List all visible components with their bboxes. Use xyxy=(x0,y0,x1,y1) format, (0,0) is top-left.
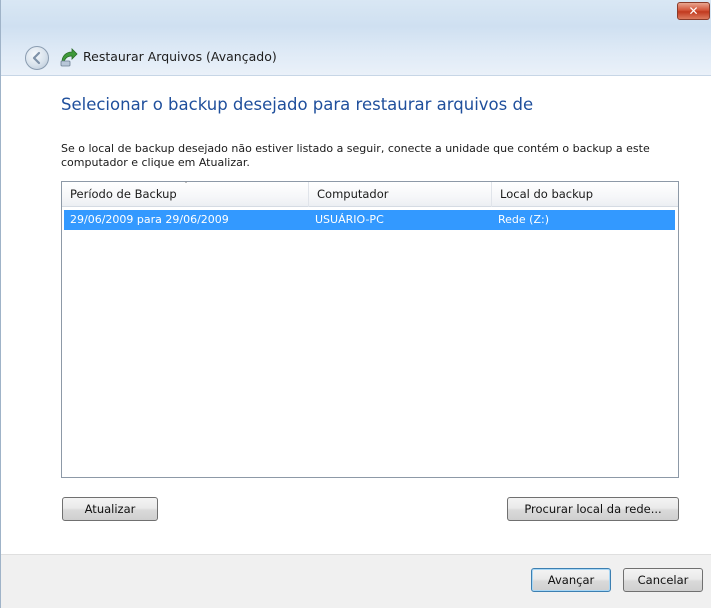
refresh-button[interactable]: Atualizar xyxy=(62,497,158,521)
column-header-local[interactable]: Local do backup xyxy=(492,182,678,207)
column-header-periodo[interactable]: Período de Backup ˇ xyxy=(62,181,309,207)
column-header-computador[interactable]: Computador xyxy=(309,182,492,207)
close-icon: ✕ xyxy=(688,4,699,18)
list-header: Período de Backup ˇ Computador Local do … xyxy=(62,181,678,207)
cancel-button[interactable]: Cancelar xyxy=(623,568,703,592)
window-title: Restaurar Arquivos (Avançado) xyxy=(83,49,277,64)
cell-computador: USUÁRIO-PC xyxy=(315,213,384,226)
restore-files-window: ✕ Restaurar Arquivos (Avançado) Selecion… xyxy=(0,0,711,608)
browse-network-button[interactable]: Procurar local da rede... xyxy=(507,497,679,521)
back-button[interactable] xyxy=(25,46,49,70)
cell-periodo: 29/06/2009 para 29/06/2009 xyxy=(70,213,229,226)
instructions-text: Se o local de backup desejado não estive… xyxy=(61,142,650,169)
footer-bar: Avançar Cancelar xyxy=(1,554,711,608)
table-row[interactable]: 29/06/2009 para 29/06/2009 USUÁRIO-PC Re… xyxy=(64,210,675,230)
cell-local: Rede (Z:) xyxy=(498,213,549,226)
back-arrow-icon xyxy=(32,51,41,65)
backup-list[interactable]: Período de Backup ˇ Computador Local do … xyxy=(61,181,679,478)
next-button[interactable]: Avançar xyxy=(531,568,611,592)
title-bar: ✕ Restaurar Arquivos (Avançado) xyxy=(1,0,711,76)
backup-restore-icon xyxy=(60,48,78,67)
sort-indicator-icon: ˇ xyxy=(184,181,188,190)
close-button[interactable]: ✕ xyxy=(677,2,710,20)
page-title: Selecionar o backup desejado para restau… xyxy=(61,95,534,114)
